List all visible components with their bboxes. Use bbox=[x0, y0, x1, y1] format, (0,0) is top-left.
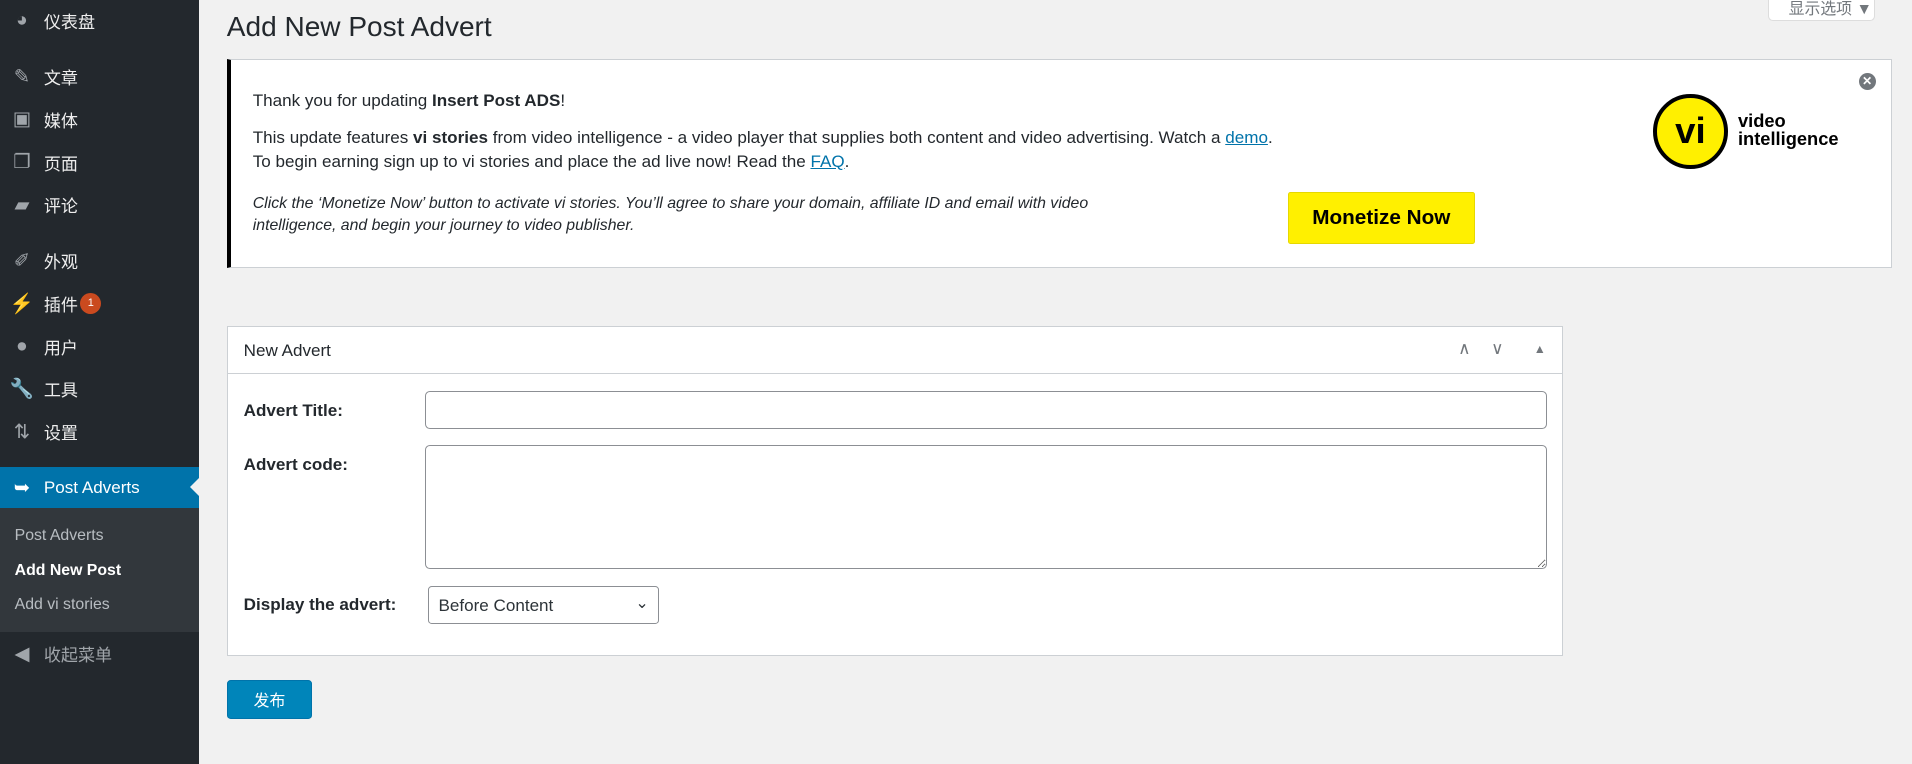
sidebar-item-9[interactable]: ⇅ 设置 bbox=[0, 411, 199, 452]
chevron-down-icon: ⌄ bbox=[635, 595, 649, 613]
publish-button[interactable]: 发布 bbox=[226, 680, 313, 720]
video-intelligence-logo: vi video intelligence bbox=[1652, 93, 1860, 172]
monetize-now-button[interactable]: Monetize Now bbox=[1288, 192, 1475, 244]
pin-icon: ✎ bbox=[13, 65, 31, 88]
faq-link[interactable]: FAQ bbox=[810, 152, 844, 171]
notice-italic-1: Click the ‘Monetize Now’ button to activ… bbox=[252, 194, 1089, 212]
plugin-icon: ⚡ bbox=[9, 292, 35, 315]
move-down-icon[interactable]: ∨ bbox=[1491, 339, 1504, 359]
brush-icon: ✐ bbox=[13, 249, 31, 272]
sidebar-item-4[interactable]: ▰ 评论 bbox=[0, 184, 199, 225]
advert-title-label: Advert Title: bbox=[243, 400, 343, 420]
sidebar-item-5[interactable]: ✐ 外观 bbox=[0, 240, 199, 281]
sidebar-item-8[interactable]: 🔧 工具 bbox=[0, 368, 199, 409]
advert-title-input[interactable] bbox=[425, 391, 1548, 429]
screen-options-button[interactable]: 显示选项 ▼ bbox=[1768, 0, 1876, 21]
wrench-icon: 🔧 bbox=[9, 377, 35, 400]
update-notice: Thank you for updating Insert Post ADS! … bbox=[226, 58, 1893, 269]
sidebar-item-0[interactable]: ◕ 仪表盘 bbox=[0, 0, 199, 41]
notice-line-3: To begin earning sign up to vi stories a… bbox=[252, 152, 850, 172]
notice-italic-2: intelligence, and begin your journey to … bbox=[252, 216, 635, 234]
update-count-badge: 1 bbox=[80, 293, 102, 314]
advert-code-textarea[interactable] bbox=[425, 444, 1548, 570]
sidebar-item-10[interactable]: ➥ Post Adverts bbox=[0, 467, 199, 509]
submenu: Post Adverts Add New Post Add vi stories bbox=[0, 508, 199, 632]
close-icon[interactable]: ✕ bbox=[1858, 72, 1876, 90]
new-advert-postbox: New Advert ∧ ∨ ▲ Advert Title: Advert co… bbox=[226, 325, 1564, 657]
submenu-add-new-post[interactable]: Add New Post bbox=[15, 562, 122, 580]
media-icon: ▣ bbox=[12, 108, 32, 131]
sidebar-item-7[interactable]: ● 用户 bbox=[0, 326, 199, 367]
demo-link[interactable]: demo bbox=[1225, 128, 1268, 147]
collapse-menu[interactable]: ◀ 收起菜单 bbox=[0, 633, 199, 674]
current-arrow bbox=[189, 477, 199, 496]
page-title: Add New Post Advert bbox=[226, 10, 492, 42]
submenu-post-adverts[interactable]: Post Adverts bbox=[15, 527, 104, 545]
sidebar-item-3[interactable]: ❐ 页面 bbox=[0, 141, 199, 182]
pages-icon: ❐ bbox=[13, 151, 31, 174]
comment-icon: ▰ bbox=[14, 193, 30, 216]
notice-line-2: This update features vi stories from vid… bbox=[252, 127, 1273, 147]
dashboard-icon: ◕ bbox=[16, 9, 28, 32]
postbox-header: New Advert bbox=[227, 327, 1563, 375]
settings-icon: ⇅ bbox=[13, 420, 31, 443]
collapse-icon: ◀ bbox=[14, 642, 30, 665]
submenu-add-vi-stories[interactable]: Add vi stories bbox=[15, 596, 110, 614]
display-advert-label: Display the advert: bbox=[243, 594, 397, 614]
move-up-icon[interactable]: ∧ bbox=[1458, 339, 1471, 359]
sidebar-item-2[interactable]: ▣ 媒体 bbox=[0, 99, 199, 140]
advert-code-label: Advert code: bbox=[243, 454, 348, 474]
user-icon: ● bbox=[16, 334, 28, 357]
toggle-panel-icon[interactable]: ▲ bbox=[1534, 342, 1546, 356]
display-position-select[interactable]: Before Content ⌄ bbox=[427, 586, 660, 625]
exit-arrow-icon: ➥ bbox=[13, 476, 31, 499]
notice-line-1: Thank you for updating Insert Post ADS! bbox=[252, 91, 566, 111]
sidebar-item-6[interactable]: ⚡ 插件 1 bbox=[0, 283, 199, 324]
sidebar-item-1[interactable]: ✎ 文章 bbox=[0, 56, 199, 97]
